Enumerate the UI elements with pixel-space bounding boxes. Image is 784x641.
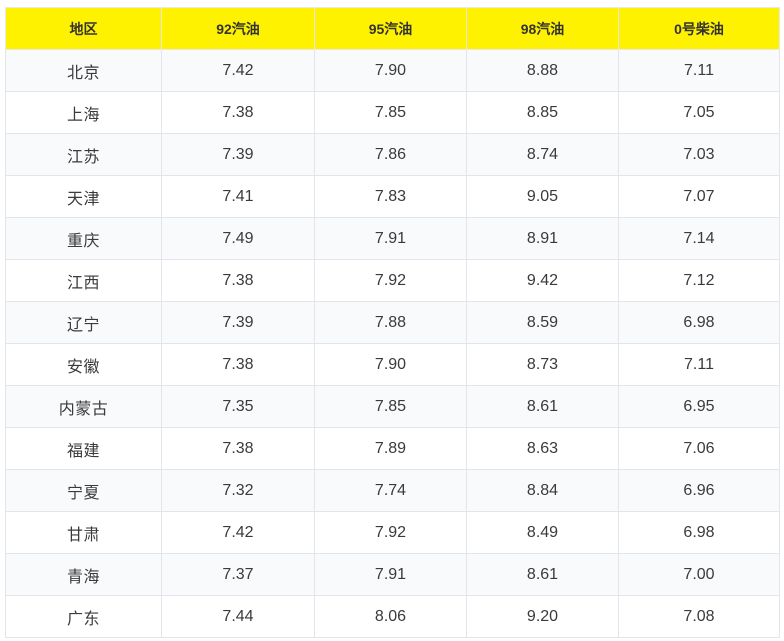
price-92-cell: 7.35 (161, 385, 315, 428)
price-95-cell: 7.85 (314, 91, 467, 134)
price-92-cell: 7.39 (161, 133, 315, 176)
price-92-cell: 7.42 (161, 49, 315, 92)
price-98-cell: 8.91 (466, 217, 619, 260)
table-row: 辽宁 7.39 7.88 8.59 6.98 (5, 301, 780, 344)
price-98-cell: 8.88 (466, 49, 619, 92)
region-cell: 江西 (5, 259, 162, 302)
table-row: 青海 7.37 7.91 8.61 7.00 (5, 553, 780, 596)
region-cell: 安徽 (5, 343, 162, 386)
price-95-cell: 7.89 (314, 427, 467, 470)
region-cell: 青海 (5, 553, 162, 596)
header-gasoline-92: 92汽油 (161, 7, 315, 50)
price-diesel-cell: 7.06 (618, 427, 780, 470)
price-92-cell: 7.39 (161, 301, 315, 344)
price-95-cell: 7.88 (314, 301, 467, 344)
price-92-cell: 7.44 (161, 595, 315, 638)
price-98-cell: 8.61 (466, 385, 619, 428)
table-row: 安徽 7.38 7.90 8.73 7.11 (5, 343, 780, 386)
table-row: 江西 7.38 7.92 9.42 7.12 (5, 259, 780, 302)
region-cell: 江苏 (5, 133, 162, 176)
price-98-cell: 8.63 (466, 427, 619, 470)
price-92-cell: 7.38 (161, 427, 315, 470)
price-98-cell: 8.59 (466, 301, 619, 344)
page: 地区 92汽油 95汽油 98汽油 0号柴油 北京 7.42 7.90 8.88 7.1… (0, 0, 784, 641)
table-row: 上海 7.38 7.85 8.85 7.05 (5, 91, 780, 134)
table-header: 地区 92汽油 95汽油 98汽油 0号柴油 (5, 7, 780, 50)
region-cell: 上海 (5, 91, 162, 134)
price-95-cell: 7.92 (314, 259, 467, 302)
price-95-cell: 7.91 (314, 217, 467, 260)
price-diesel-cell: 7.11 (618, 343, 780, 386)
header-region: 地区 (5, 7, 162, 50)
price-95-cell: 7.85 (314, 385, 467, 428)
price-92-cell: 7.38 (161, 343, 315, 386)
price-diesel-cell: 7.14 (618, 217, 780, 260)
price-92-cell: 7.37 (161, 553, 315, 596)
price-95-cell: 7.92 (314, 511, 467, 554)
price-95-cell: 7.90 (314, 49, 467, 92)
price-98-cell: 8.49 (466, 511, 619, 554)
price-95-cell: 7.83 (314, 175, 467, 218)
table-row: 北京 7.42 7.90 8.88 7.11 (5, 49, 780, 92)
price-diesel-cell: 7.11 (618, 49, 780, 92)
table-row: 内蒙古 7.35 7.85 8.61 6.95 (5, 385, 780, 428)
region-cell: 内蒙古 (5, 385, 162, 428)
price-diesel-cell: 6.95 (618, 385, 780, 428)
price-diesel-cell: 7.07 (618, 175, 780, 218)
header-gasoline-95: 95汽油 (314, 7, 467, 50)
table-row: 甘肃 7.42 7.92 8.49 6.98 (5, 511, 780, 554)
price-92-cell: 7.38 (161, 259, 315, 302)
table-row: 重庆 7.49 7.91 8.91 7.14 (5, 217, 780, 260)
price-diesel-cell: 6.98 (618, 301, 780, 344)
region-cell: 广东 (5, 595, 162, 638)
price-diesel-cell: 6.96 (618, 469, 780, 512)
price-diesel-cell: 6.98 (618, 511, 780, 554)
table-row: 天津 7.41 7.83 9.05 7.07 (5, 175, 780, 218)
region-cell: 辽宁 (5, 301, 162, 344)
price-92-cell: 7.32 (161, 469, 315, 512)
price-diesel-cell: 7.08 (618, 595, 780, 638)
price-98-cell: 9.20 (466, 595, 619, 638)
price-95-cell: 8.06 (314, 595, 467, 638)
price-98-cell: 8.74 (466, 133, 619, 176)
price-92-cell: 7.41 (161, 175, 315, 218)
price-92-cell: 7.42 (161, 511, 315, 554)
table-row: 宁夏 7.32 7.74 8.84 6.96 (5, 469, 780, 512)
region-cell: 宁夏 (5, 469, 162, 512)
price-92-cell: 7.49 (161, 217, 315, 260)
price-95-cell: 7.91 (314, 553, 467, 596)
price-diesel-cell: 7.00 (618, 553, 780, 596)
region-cell: 甘肃 (5, 511, 162, 554)
price-diesel-cell: 7.05 (618, 91, 780, 134)
table-row: 江苏 7.39 7.86 8.74 7.03 (5, 133, 780, 176)
fuel-price-table: 地区 92汽油 95汽油 98汽油 0号柴油 北京 7.42 7.90 8.88 7.1… (5, 7, 780, 638)
price-98-cell: 9.42 (466, 259, 619, 302)
header-gasoline-98: 98汽油 (466, 7, 619, 50)
price-diesel-cell: 7.12 (618, 259, 780, 302)
header-diesel-0: 0号柴油 (618, 7, 780, 50)
price-98-cell: 8.85 (466, 91, 619, 134)
price-98-cell: 9.05 (466, 175, 619, 218)
price-95-cell: 7.74 (314, 469, 467, 512)
price-98-cell: 8.61 (466, 553, 619, 596)
header-row: 地区 92汽油 95汽油 98汽油 0号柴油 (5, 7, 780, 50)
region-cell: 北京 (5, 49, 162, 92)
price-diesel-cell: 7.03 (618, 133, 780, 176)
region-cell: 重庆 (5, 217, 162, 260)
price-98-cell: 8.84 (466, 469, 619, 512)
price-95-cell: 7.86 (314, 133, 467, 176)
region-cell: 天津 (5, 175, 162, 218)
region-cell: 福建 (5, 427, 162, 470)
table-row: 福建 7.38 7.89 8.63 7.06 (5, 427, 780, 470)
price-92-cell: 7.38 (161, 91, 315, 134)
price-95-cell: 7.90 (314, 343, 467, 386)
price-98-cell: 8.73 (466, 343, 619, 386)
table-body: 北京 7.42 7.90 8.88 7.11 上海 7.38 7.85 8.85 7.05 江苏 7.… (5, 49, 780, 638)
table-row: 广东 7.44 8.06 9.20 7.08 (5, 595, 780, 638)
